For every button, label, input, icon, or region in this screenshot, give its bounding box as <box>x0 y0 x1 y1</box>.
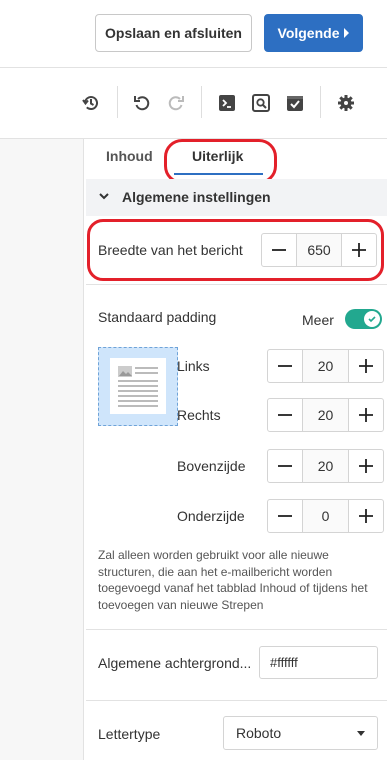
canvas-area <box>0 139 84 760</box>
code-preview-icon[interactable] <box>216 92 238 114</box>
header-divider <box>0 67 387 68</box>
increment-button[interactable] <box>349 500 383 532</box>
more-label: Meer <box>302 312 334 328</box>
padding-bottom-value[interactable]: 0 <box>302 500 349 532</box>
save-and-close-label: Opslaan en afsluiten <box>105 25 242 41</box>
padding-label: Standaard padding <box>98 309 217 325</box>
padding-top-value[interactable]: 20 <box>302 450 349 482</box>
decrement-button[interactable] <box>268 399 302 431</box>
background-color-value: #ffffff <box>270 655 298 670</box>
decrement-button[interactable] <box>268 500 302 532</box>
caret-right-icon <box>344 28 350 38</box>
history-icon[interactable] <box>80 92 102 114</box>
toggle-knob <box>364 311 380 327</box>
undo-icon[interactable] <box>131 92 153 114</box>
settings-icon[interactable] <box>335 92 357 114</box>
increment-button[interactable] <box>349 399 383 431</box>
divider <box>86 700 387 701</box>
padding-note: Zal alleen worden gebruikt voor alle nie… <box>98 548 368 612</box>
chevron-down-icon <box>98 189 110 205</box>
caret-down-icon <box>357 731 365 736</box>
toolbar-separator <box>117 86 118 118</box>
next-button[interactable]: Volgende <box>264 14 363 52</box>
padding-left-stepper[interactable]: 20 <box>267 349 384 383</box>
section-header[interactable]: Algemene instellingen <box>86 179 387 216</box>
padding-top-label: Bovenzijde <box>177 458 246 474</box>
padding-bottom-stepper[interactable]: 0 <box>267 499 384 533</box>
font-value: Roboto <box>236 725 282 741</box>
padding-toggle[interactable] <box>345 309 382 329</box>
padding-right-value[interactable]: 20 <box>302 399 349 431</box>
tab-inhoud[interactable]: Inhoud <box>106 148 153 164</box>
padding-preview <box>98 347 178 426</box>
redo-icon[interactable] <box>165 92 187 114</box>
search-preview-icon[interactable] <box>250 92 272 114</box>
save-and-close-button[interactable]: Opslaan en afsluiten <box>95 14 252 52</box>
highlight-tab-annotation <box>164 139 277 184</box>
test-email-icon[interactable] <box>284 92 306 114</box>
increment-button[interactable] <box>349 450 383 482</box>
tab-inhoud-label: Inhoud <box>106 148 153 164</box>
background-color-input[interactable]: #ffffff <box>259 646 378 679</box>
decrement-button[interactable] <box>268 350 302 382</box>
padding-right-label: Rechts <box>177 407 221 423</box>
divider <box>86 284 387 285</box>
next-label: Volgende <box>277 25 340 41</box>
highlight-width-annotation <box>87 219 384 281</box>
background-label: Algemene achtergrond... <box>98 655 252 671</box>
divider <box>86 629 387 630</box>
padding-top-stepper[interactable]: 20 <box>267 449 384 483</box>
padding-left-value[interactable]: 20 <box>302 350 349 382</box>
increment-button[interactable] <box>349 350 383 382</box>
padding-left-label: Links <box>177 358 210 374</box>
font-select[interactable]: Roboto <box>223 716 378 750</box>
toolbar-separator <box>320 86 321 118</box>
document-icon <box>118 366 158 407</box>
padding-preview-content <box>110 358 166 414</box>
toolbar-separator <box>201 86 202 118</box>
padding-right-stepper[interactable]: 20 <box>267 398 384 432</box>
font-label: Lettertype <box>98 726 161 742</box>
decrement-button[interactable] <box>268 450 302 482</box>
section-title: Algemene instellingen <box>122 189 271 205</box>
padding-bottom-label: Onderzijde <box>177 508 245 524</box>
